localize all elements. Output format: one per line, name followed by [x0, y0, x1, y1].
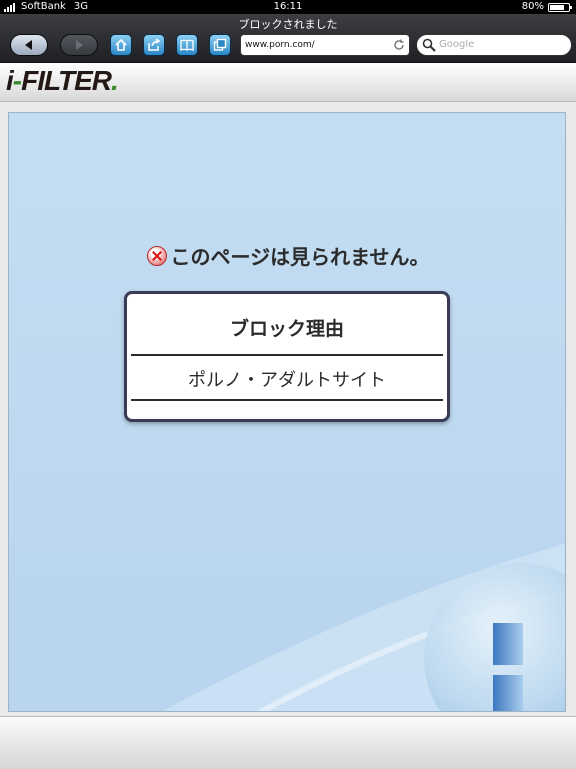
- battery-icon: [548, 2, 572, 12]
- home-icon: [115, 38, 127, 51]
- home-button[interactable]: [110, 34, 132, 56]
- book-icon: [180, 39, 194, 52]
- reason-heading: ブロック理由: [229, 318, 344, 340]
- bookmarks-button[interactable]: [176, 34, 198, 56]
- search-icon: [422, 38, 436, 52]
- error-icon: [146, 245, 167, 266]
- block-message: このページは見られません。: [9, 241, 565, 270]
- brand-header: i-FILTER.: [0, 63, 576, 102]
- search-field[interactable]: Google: [416, 34, 572, 56]
- forward-arrow-icon: [76, 40, 83, 50]
- block-message-text: このページは見られません。: [170, 245, 430, 269]
- search-placeholder: Google: [439, 39, 475, 50]
- i-filter-logo: i-FILTER.: [6, 65, 119, 96]
- back-button[interactable]: [10, 34, 48, 56]
- battery-percent: 80%: [521, 1, 544, 12]
- bottom-bar: [0, 716, 576, 769]
- divider: [131, 354, 443, 356]
- address-bar[interactable]: www.porn.com/: [240, 34, 410, 56]
- pages-icon: [213, 38, 227, 51]
- back-arrow-icon: [25, 40, 32, 50]
- status-bar: SoftBank 3G 16:11 80%: [0, 0, 576, 14]
- tabs-button[interactable]: [209, 34, 231, 56]
- share-button[interactable]: [143, 34, 165, 56]
- block-reason-card: ブロック理由 ポルノ・アダルトサイト: [124, 291, 450, 422]
- clock: 16:11: [273, 1, 303, 12]
- reload-icon[interactable]: [393, 39, 405, 51]
- block-panel: このページは見られません。 ブロック理由 ポルノ・アダルトサイト: [8, 112, 566, 712]
- page-title: ブロックされました: [238, 18, 338, 31]
- share-icon: [148, 38, 161, 51]
- reason-text: ポルノ・アダルトサイト: [188, 370, 386, 391]
- url-text: www.porn.com/: [245, 40, 315, 50]
- browser-toolbar: ブロックされました www.porn.com/ Google: [0, 14, 576, 63]
- divider: [131, 399, 443, 401]
- forward-button[interactable]: [60, 34, 98, 56]
